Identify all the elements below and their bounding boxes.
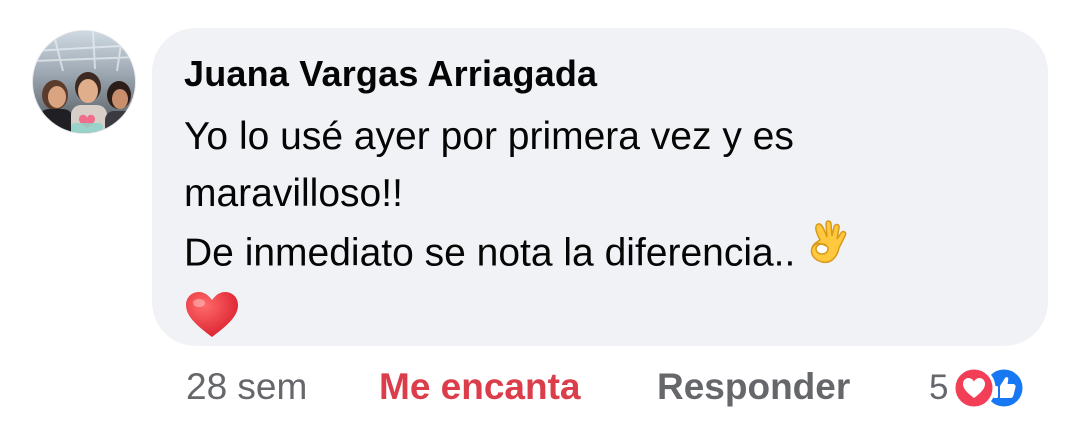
comment-timestamp[interactable]: 28 sem <box>186 362 307 412</box>
profile-photo <box>33 31 135 133</box>
love-reaction-button[interactable]: Me encanta <box>379 362 581 412</box>
comment-author[interactable]: Juana Vargas Arriagada <box>184 52 1016 96</box>
comment-bubble: Juana Vargas Arriagada Yo lo usé ayer po… <box>152 28 1048 346</box>
reaction-summary[interactable]: 5 <box>929 366 1026 410</box>
comment-container: Juana Vargas Arriagada Yo lo usé ayer po… <box>0 0 1080 433</box>
reaction-icons <box>952 366 1026 410</box>
reaction-count: 5 <box>929 368 949 407</box>
love-reaction-icon <box>952 366 996 410</box>
comment-text-line-4-row <box>184 288 1016 354</box>
comment-text-line-1: Yo lo usé ayer por primera vez y es <box>184 115 794 158</box>
ok-hand-icon <box>806 218 852 284</box>
comment-text-line-3: De inmediato se nota la diferencia.. <box>184 231 796 275</box>
comment-text-line-2: maravilloso!! <box>184 172 403 215</box>
avatar[interactable] <box>32 30 136 134</box>
comment-actions: 28 sem Me encanta Responder 5 <box>186 362 1056 412</box>
reply-button[interactable]: Responder <box>657 362 850 412</box>
comment-text-line-3-row: De inmediato se nota la diferencia.. <box>184 220 1016 288</box>
red-heart-icon <box>184 290 240 356</box>
